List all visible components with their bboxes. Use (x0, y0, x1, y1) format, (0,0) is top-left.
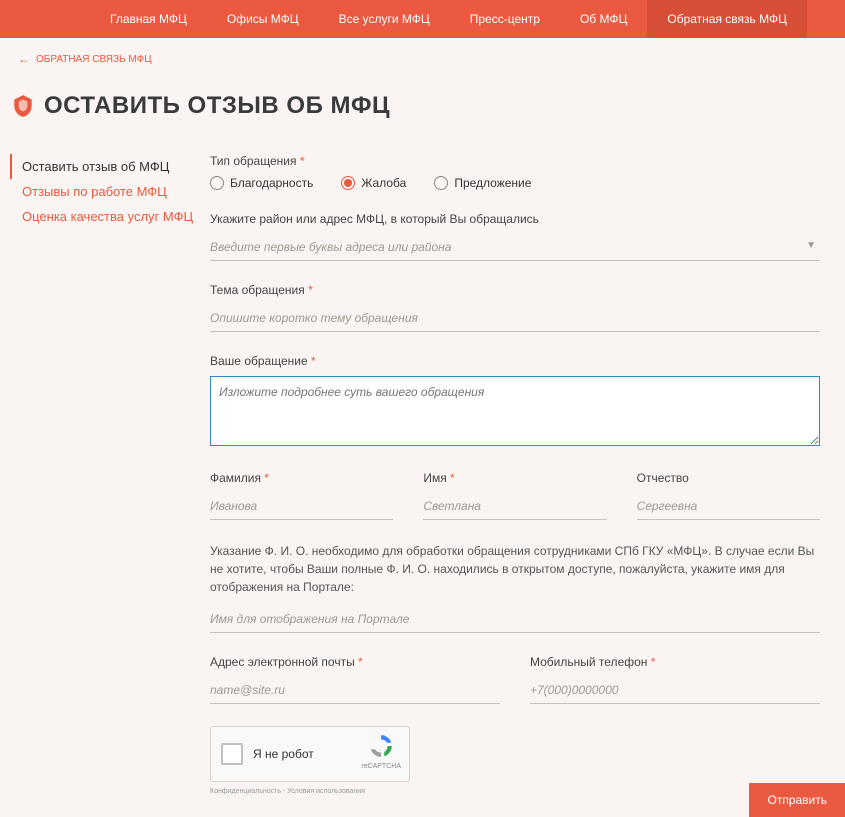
type-radio-group: Благодарность Жалоба Предложение (210, 176, 820, 190)
nav-item-3[interactable]: Пресс-центр (450, 0, 560, 38)
district-label: Укажите район или адрес МФЦ, в который В… (210, 212, 820, 226)
radio-icon (341, 176, 355, 190)
patronymic-input[interactable] (637, 493, 820, 520)
lastname-label: Фамилия * (210, 471, 393, 485)
lastname-input[interactable] (210, 493, 393, 520)
page-title: ОСТАВИТЬ ОТЗЫВ ОБ МФЦ (44, 92, 390, 120)
message-textarea[interactable] (210, 376, 820, 446)
breadcrumb-label: ОБРАТНАЯ СВЯЗЬ МФЦ (36, 54, 152, 65)
page-header: ОСТАВИТЬ ОТЗЫВ ОБ МФЦ (0, 66, 845, 120)
radio-icon (210, 176, 224, 190)
nav-item-4[interactable]: Об МФЦ (560, 0, 647, 38)
type-radio-0[interactable]: Благодарность (210, 176, 313, 190)
sidebar: Оставить отзыв об МФЦОтзывы по работе МФ… (0, 154, 210, 817)
back-arrow-icon: ← (18, 52, 30, 66)
email-label: Адрес электронной почты * (210, 655, 500, 669)
submit-button[interactable]: Отправить (749, 783, 845, 817)
email-input[interactable] (210, 677, 500, 704)
radio-label: Благодарность (230, 176, 313, 190)
feedback-form: Тип обращения * Благодарность Жалоба Предл… (210, 154, 830, 817)
logo-icon (10, 93, 36, 119)
firstname-input[interactable] (423, 493, 606, 520)
name-hint: Указание Ф. И. О. необходимо для обработ… (210, 542, 820, 596)
top-nav: Главная МФЦОфисы МФЦВсе услуги МФЦПресс-… (0, 0, 845, 38)
radio-icon (434, 176, 448, 190)
topic-input[interactable] (210, 305, 820, 332)
sidebar-item-2[interactable]: Оценка качества услуг МФЦ (10, 204, 210, 229)
firstname-label: Имя * (423, 471, 606, 485)
sidebar-item-1[interactable]: Отзывы по работе МФЦ (10, 179, 210, 204)
nav-item-0[interactable]: Главная МФЦ (90, 0, 207, 38)
nav-item-5[interactable]: Обратная связь МФЦ (647, 0, 807, 38)
radio-label: Жалоба (361, 176, 406, 190)
recaptcha-icon (368, 733, 394, 759)
recaptcha-checkbox[interactable] (221, 743, 243, 765)
district-select[interactable] (210, 234, 820, 261)
patronymic-label: Отчество (637, 471, 820, 485)
recaptcha-widget[interactable]: Я не робот reCAPTCHA (210, 726, 410, 782)
display-name-input[interactable] (210, 606, 820, 633)
message-label: Ваше обращение * (210, 354, 820, 368)
nav-item-2[interactable]: Все услуги МФЦ (319, 0, 450, 38)
sidebar-item-0[interactable]: Оставить отзыв об МФЦ (10, 154, 210, 179)
breadcrumb[interactable]: ← ОБРАТНАЯ СВЯЗЬ МФЦ (0, 38, 845, 66)
phone-label: Мобильный телефон * (530, 655, 820, 669)
recaptcha-footer: Конфиденциальность - Условия использован… (210, 788, 820, 795)
recaptcha-logo: reCAPTCHA (361, 733, 401, 770)
type-radio-1[interactable]: Жалоба (341, 176, 406, 190)
type-radio-2[interactable]: Предложение (434, 176, 531, 190)
nav-item-1[interactable]: Офисы МФЦ (207, 0, 319, 38)
topic-label: Тема обращения * (210, 283, 820, 297)
radio-label: Предложение (454, 176, 531, 190)
type-label: Тип обращения * (210, 154, 820, 168)
recaptcha-label: Я не робот (253, 747, 314, 761)
phone-input[interactable] (530, 677, 820, 704)
